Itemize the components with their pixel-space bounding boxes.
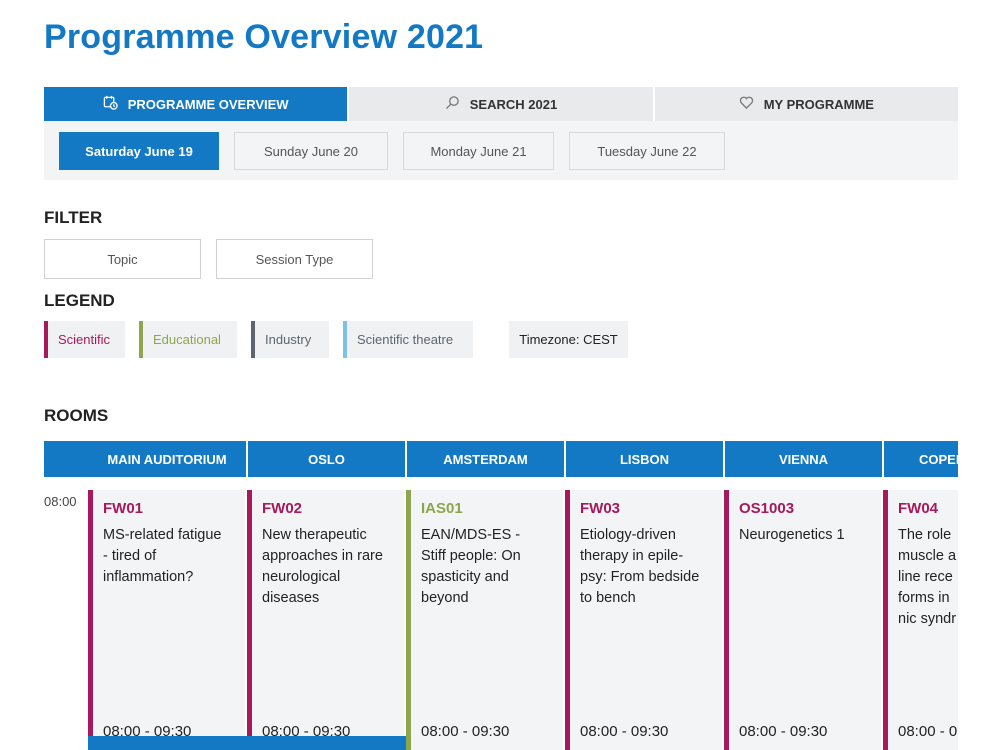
legend-heading: LEGEND xyxy=(44,291,115,310)
topic-filter-button[interactable]: Topic xyxy=(44,239,201,279)
calendar-clock-icon xyxy=(103,95,118,113)
session-title: The role muscle a line rece forms in nic… xyxy=(898,527,957,627)
day-selector: Saturday June 19 Sunday June 20 Monday J… xyxy=(44,121,958,180)
room-column-oslo: OSLO xyxy=(248,441,407,477)
day-button-saturday[interactable]: Saturday June 19 xyxy=(59,132,219,170)
session-card[interactable]: FW01 MS-related fatigue - tired of infla… xyxy=(88,490,245,750)
session-type-filter-button[interactable]: Session Type xyxy=(216,239,373,279)
tab-my-programme[interactable]: MY PROGRAMME xyxy=(654,87,958,121)
room-column-lisbon: LISBON xyxy=(566,441,725,477)
tab-label: MY PROGRAMME xyxy=(763,96,874,112)
session-code: OS1003 xyxy=(739,500,795,517)
legend-scientific: Scientific xyxy=(44,321,125,358)
session-code: FW03 xyxy=(580,500,621,517)
tab-search[interactable]: SEARCH 2021 xyxy=(349,87,655,121)
session-title: MS-related fatigue - tired of inflammati… xyxy=(103,527,222,585)
session-card[interactable]: FW04 The role muscle a line rece forms i… xyxy=(883,490,958,750)
session-title: Etiology-driven therapy in epile- psy: F… xyxy=(580,527,700,606)
heart-icon xyxy=(739,95,754,113)
session-time: 08:00 - 09:30 xyxy=(580,723,669,740)
tab-programme-overview[interactable]: PROGRAMME OVERVIEW xyxy=(44,87,350,121)
room-column-vienna: VIENNA xyxy=(725,441,884,477)
room-column-amsterdam: AMSTERDAM xyxy=(407,441,566,477)
session-card[interactable]: FW02 New therapeutic approaches in rare … xyxy=(247,490,404,750)
session-code: FW04 xyxy=(898,500,939,517)
horizontal-scrollbar[interactable] xyxy=(88,736,406,750)
schedule-grid: FW01 MS-related fatigue - tired of infla… xyxy=(0,490,958,750)
session-title: New therapeutic approaches in rare neuro… xyxy=(262,527,383,606)
session-code: FW01 xyxy=(103,500,144,517)
session-time: 08:00 - 09:30 xyxy=(421,723,510,740)
tab-label: SEARCH 2021 xyxy=(469,96,558,112)
session-code: FW02 xyxy=(262,500,303,517)
timezone-label: Timezone: CEST xyxy=(509,321,628,358)
filter-heading: FILTER xyxy=(44,208,103,227)
main-tabs: PROGRAMME OVERVIEW SEARCH 2021 MY PROGRA… xyxy=(44,87,958,121)
session-time: 08:00 - 0 xyxy=(898,723,958,740)
day-button-tuesday[interactable]: Tuesday June 22 xyxy=(569,132,725,170)
room-column-copenhagen: COPENHAGEN xyxy=(884,441,958,477)
rooms-header: MAIN AUDITORIUM OSLO AMSTERDAM LISBON VI… xyxy=(44,441,958,477)
session-card[interactable]: IAS01 EAN/MDS-ES - Stiff people: On spas… xyxy=(406,490,563,750)
day-button-monday[interactable]: Monday June 21 xyxy=(403,132,554,170)
day-button-sunday[interactable]: Sunday June 20 xyxy=(234,132,388,170)
legend-educational: Educational xyxy=(139,321,237,358)
session-card[interactable]: OS1003 Neurogenetics 1 08:00 - 09:30 xyxy=(724,490,881,750)
tab-label: PROGRAMME OVERVIEW xyxy=(127,96,289,112)
room-column-main-auditorium: MAIN AUDITORIUM xyxy=(44,441,248,477)
legend-scientific-theatre: Scientific theatre xyxy=(343,321,473,358)
session-title: EAN/MDS-ES - Stiff people: On spasticity… xyxy=(421,527,521,606)
page-title: Programme Overview 2021 xyxy=(44,18,484,56)
session-time: 08:00 - 09:30 xyxy=(739,723,828,740)
search-icon xyxy=(445,95,460,113)
session-title: Neurogenetics 1 xyxy=(739,527,845,543)
session-code: IAS01 xyxy=(421,500,463,517)
session-card[interactable]: FW03 Etiology-driven therapy in epile- p… xyxy=(565,490,722,750)
legend-industry: Industry xyxy=(251,321,329,358)
rooms-heading: ROOMS xyxy=(44,406,109,425)
